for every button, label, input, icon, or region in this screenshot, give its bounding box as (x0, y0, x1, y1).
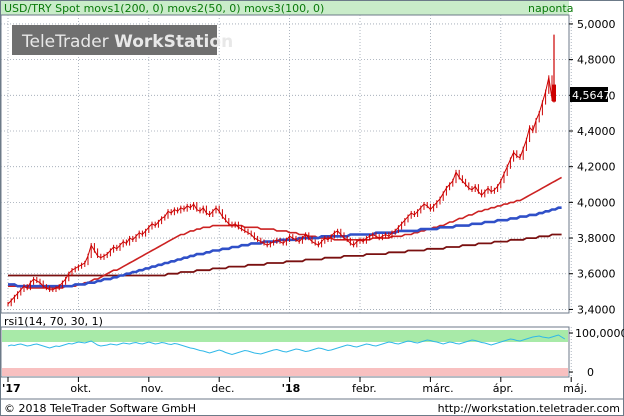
y-tick-label: 4,0000 (577, 196, 616, 209)
x-tick-label: okt. (70, 382, 91, 395)
footer-url[interactable]: http://workstation.teletrader.com (438, 402, 620, 415)
last-price-value: 4,5647 (572, 89, 611, 102)
last-price-marker: 4,5647 (570, 87, 611, 102)
x-tick-label: febr. (352, 382, 377, 395)
rsi-oversold-band (2, 368, 568, 376)
rsi-y-tick-label: 0 (587, 366, 594, 379)
period-label: naponta (528, 2, 573, 15)
y-tick-label: 3,6000 (577, 268, 616, 281)
y-tick-label: 4,8000 (577, 54, 616, 67)
main-plot-area[interactable] (0, 14, 570, 314)
y-tick-label: 4,4000 (577, 125, 616, 138)
teletrader-logo: TeleTrader WorkStation (12, 25, 233, 55)
x-tick-label: márc. (422, 382, 453, 395)
chart-root: USD/TRY Spot movs1(200, 0) movs2(50, 0) … (0, 0, 624, 416)
logo-text: TeleTrader WorkStation (21, 32, 233, 52)
x-tick-label: dec. (211, 382, 234, 395)
rsi-y-tick-label: 100,0000 (575, 327, 624, 340)
rsi-title: rsi1(14, 70, 30, 1) (4, 315, 103, 328)
spike-body (552, 84, 556, 102)
x-tick-label: '18 (282, 382, 301, 395)
x-tick-label: máj. (563, 382, 587, 395)
x-tick-label: ápr. (493, 382, 514, 395)
rsi-overbought-band (2, 330, 568, 342)
chart-title: USD/TRY Spot movs1(200, 0) movs2(50, 0) … (4, 2, 324, 15)
y-tick-label: 3,8000 (577, 232, 616, 245)
x-tick-label: '17 (2, 382, 21, 395)
copyright-text: © 2018 TeleTrader Software GmbH (4, 402, 196, 415)
y-tick-label: 4,2000 (577, 161, 616, 174)
y-tick-label: 5,0000 (577, 18, 616, 31)
y-tick-label: 3,4000 (577, 303, 616, 316)
x-tick-label: nov. (141, 382, 164, 395)
